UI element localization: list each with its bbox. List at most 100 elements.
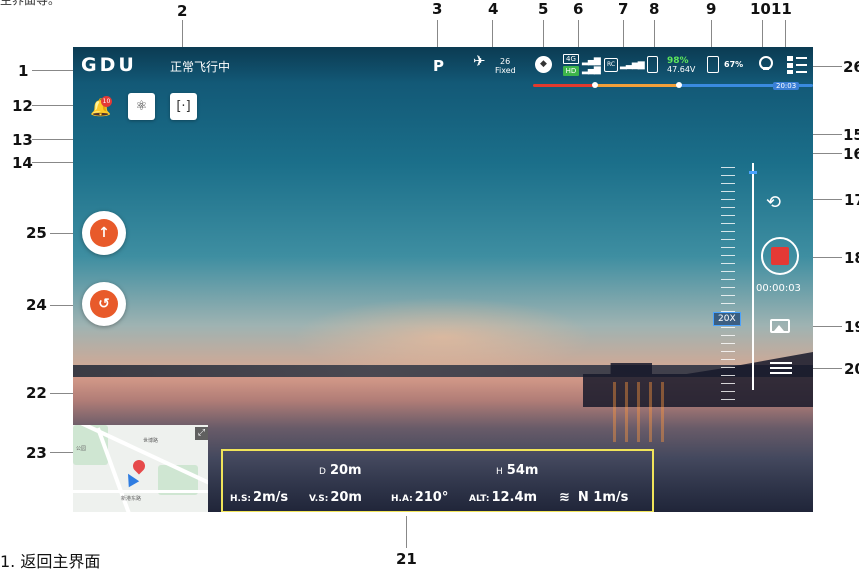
- callout-16: 16: [843, 145, 859, 163]
- remaining-flight-time-bar: [533, 82, 813, 88]
- callout-line: [808, 257, 842, 258]
- remote-controller-icon[interactable]: RC: [604, 58, 618, 72]
- expand-icon[interactable]: ⤢: [195, 427, 208, 440]
- heading-angle-label: H.A:: [391, 494, 413, 504]
- callout-2: 2: [177, 2, 188, 20]
- callout-13: 13: [12, 131, 33, 149]
- horizontal-speed-value: 2m/s: [253, 490, 289, 505]
- gallery-icon[interactable]: [770, 319, 790, 333]
- aircraft-position-icon: [122, 470, 140, 488]
- distance-label: D: [319, 467, 326, 477]
- takeoff-button[interactable]: ↑: [82, 211, 126, 255]
- notification-count-badge: 10: [101, 96, 112, 107]
- callout-12: 12: [12, 97, 33, 115]
- altitude-label: ALT:: [469, 494, 490, 504]
- callout-1: 1: [18, 62, 29, 80]
- record-time: 00:00:03: [756, 283, 801, 294]
- heading-angle-value: 210°: [414, 490, 449, 505]
- rc-signal-bars-icon: ▂▃▅▆: [620, 60, 645, 70]
- horizontal-speed-readout: H.S: 2m/s: [230, 490, 288, 505]
- callout-line: [32, 70, 76, 71]
- callout-11: 11: [771, 0, 792, 18]
- flight-mode[interactable]: P: [433, 57, 444, 75]
- record-button[interactable]: [761, 237, 799, 275]
- wind-icon: ≋: [559, 490, 570, 505]
- remaining-time-badge: 20:03: [773, 82, 800, 90]
- battery-threshold-marker: [676, 82, 682, 88]
- bell-icon[interactable]: 🔔 10: [90, 96, 112, 118]
- callout-24: 24: [26, 296, 47, 314]
- mini-map[interactable]: 公园 世博路 新港东路: [73, 425, 208, 512]
- callout-line: [182, 20, 183, 50]
- menu-icon[interactable]: [787, 56, 807, 74]
- callout-20: 20: [844, 360, 859, 378]
- footer-caption: 1. 返回主界面: [0, 552, 101, 571]
- callout-6: 6: [573, 0, 584, 18]
- vertical-speed-readout: V.S: 20m: [309, 490, 362, 505]
- callout-19: 19: [844, 318, 859, 336]
- zoom-scale[interactable]: [721, 167, 735, 407]
- height-value: 54m: [506, 463, 539, 478]
- distance-value: 20m: [329, 463, 362, 478]
- height-label: H: [496, 467, 503, 477]
- satellite-count: 26: [500, 57, 511, 66]
- rc-battery-percent: 67%: [724, 60, 744, 69]
- callout-17: 17: [844, 191, 859, 209]
- callout-9: 9: [706, 0, 717, 18]
- heading-angle-readout: H.A: 210°: [391, 490, 448, 505]
- vertical-speed-value: 20m: [330, 490, 362, 505]
- satellite-icon: ✈: [473, 52, 486, 70]
- stop-record-icon: [771, 247, 789, 265]
- callout-18: 18: [844, 249, 859, 267]
- top-hint-text: 主界面等。: [0, 0, 61, 7]
- obstacle-avoidance-button[interactable]: ⚛: [128, 93, 155, 120]
- callout-21: 21: [396, 550, 417, 568]
- wind-value: N 1m/s: [577, 490, 629, 505]
- callout-23: 23: [26, 444, 47, 462]
- camera-switch-icon[interactable]: ⟲: [766, 192, 781, 213]
- gimbal-pitch-thumb[interactable]: [749, 171, 757, 174]
- satellite-fix-status: Fixed: [495, 66, 516, 75]
- zoom-level: 20X: [713, 312, 741, 326]
- callout-5: 5: [538, 0, 549, 18]
- callout-10: 10: [750, 0, 771, 18]
- battery-threshold-marker: [592, 82, 598, 88]
- map-label: 新港东路: [121, 496, 142, 502]
- distance-readout: D 20m: [319, 463, 362, 478]
- image-transmission-signal[interactable]: 4G HD: [563, 54, 579, 78]
- focus-mode-button[interactable]: [·]: [170, 93, 197, 120]
- callout-8: 8: [649, 0, 660, 18]
- camera-live-view[interactable]: GDU 正常飞行中 P ✈ 26 Fixed ◆ 4G HD ▂▄▆ ▂▄▆ R…: [73, 47, 813, 512]
- gimbal-pitch-slider[interactable]: [752, 163, 754, 390]
- aircraft-battery-icon: [647, 56, 658, 73]
- callout-25: 25: [26, 224, 47, 242]
- map-label: 公园: [76, 446, 87, 452]
- callout-line: [406, 516, 407, 548]
- flight-status-text[interactable]: 正常飞行中: [170, 58, 230, 75]
- altitude-readout: ALT: 12.4m: [469, 490, 537, 505]
- map-road: [73, 490, 208, 493]
- light-reflections: [613, 382, 673, 442]
- callout-4: 4: [488, 0, 499, 18]
- camera-icon[interactable]: [759, 56, 773, 70]
- return-home-button[interactable]: ↺: [82, 282, 126, 326]
- wind-readout: ≋ N 1m/s: [559, 490, 628, 505]
- callout-3: 3: [432, 0, 443, 18]
- network-hd-tag: HD: [563, 66, 579, 76]
- callout-22: 22: [26, 384, 47, 402]
- aircraft-battery-voltage: 47.64V: [667, 65, 696, 74]
- rc-battery-icon: [707, 56, 719, 73]
- compass-icon[interactable]: ◆: [535, 56, 552, 73]
- flight-telemetry-panel: D 20m H 54m H.S: 2m/s V.S: 20m H.A: 210° ALT:…: [221, 449, 654, 512]
- callout-line: [810, 66, 842, 67]
- home-logo[interactable]: GDU: [81, 54, 137, 76]
- signal-bars-icon: ▂▄▆: [582, 65, 601, 75]
- return-home-icon: ↺: [90, 290, 118, 318]
- altitude-value: 12.4m: [491, 490, 538, 505]
- height-readout: H 54m: [496, 463, 538, 478]
- callout-14: 14: [12, 154, 33, 172]
- callout-7: 7: [618, 0, 629, 18]
- vertical-speed-label: V.S:: [309, 494, 329, 504]
- callout-26: 26: [843, 58, 859, 76]
- camera-settings-icon[interactable]: [770, 360, 792, 376]
